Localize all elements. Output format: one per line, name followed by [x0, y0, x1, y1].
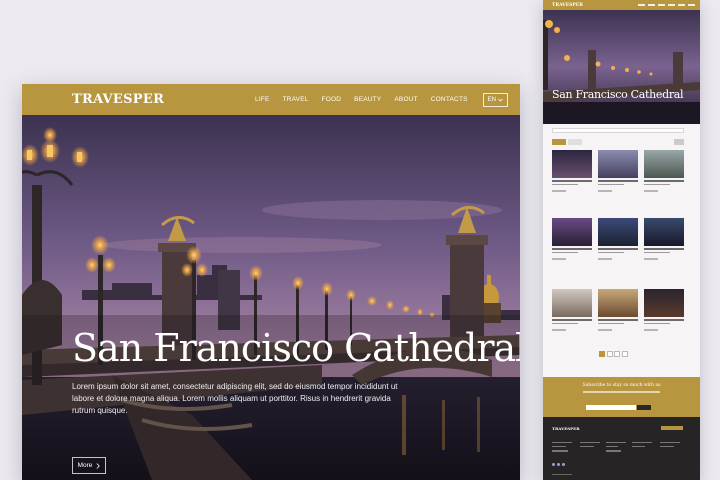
language-selector[interactable]: EN [482, 92, 508, 107]
preview-subscribe-section: Subscribe to stay so much with us [543, 377, 700, 417]
hero-description: Lorem ipsum dolor sit amet, consectetur … [72, 382, 398, 415]
preview-social-icons [552, 463, 565, 466]
preview-card [644, 289, 684, 331]
preview-email-field [586, 405, 636, 410]
preview-pagination [599, 351, 628, 357]
nav-item-food[interactable]: FOOD [322, 96, 342, 103]
preview-card [552, 218, 592, 260]
preview-hero-title: San Francisco Cathedral [552, 88, 684, 101]
nav-item-beauty[interactable]: BEAUTY [354, 96, 381, 103]
preview-subscribe-title: Subscribe to stay so much with us [582, 383, 661, 388]
preview-search-bar [552, 128, 684, 133]
language-label: EN [487, 96, 496, 103]
more-button[interactable]: More [72, 457, 106, 474]
nav-item-contacts[interactable]: CONTACTS [431, 96, 468, 103]
preview-filters [552, 139, 684, 145]
preview-nav [638, 4, 695, 6]
hero-photo-bridge-at-dusk [22, 115, 520, 480]
hero-title: San Francisco Cathedral [72, 326, 520, 370]
site-logo[interactable]: TRAVESPER [72, 92, 164, 107]
preview-header: TRAVESPER [543, 0, 700, 10]
preview-footer: TRAVESPER [543, 417, 700, 480]
preview-card [644, 150, 684, 192]
nav-item-travel[interactable]: TRAVEL [283, 96, 309, 103]
nav-item-about[interactable]: ABOUT [394, 96, 417, 103]
more-button-label: More [77, 462, 93, 469]
chevron-right-icon [96, 462, 101, 469]
preview-card [552, 289, 592, 331]
chevron-down-icon [498, 98, 503, 102]
preview-logo: TRAVESPER [552, 2, 583, 8]
preview-card [598, 218, 638, 260]
hero-section: San Francisco Cathedral Lorem ipsum dolo… [22, 115, 520, 480]
preview-subscribe-button [637, 405, 651, 410]
site-header: TRAVESPER LIFE TRAVEL FOOD BEAUTY ABOUT … [22, 84, 520, 115]
preview-hero: San Francisco Cathedral [543, 10, 700, 124]
preview-card [552, 150, 592, 192]
preview-card [598, 289, 638, 331]
preview-hero-photo [543, 10, 700, 124]
nav-item-life[interactable]: LIFE [255, 96, 270, 103]
full-page-preview: TRAVESPER San Francisco Cathedral Subscr… [543, 0, 700, 480]
preview-card [644, 218, 684, 260]
main-nav: LIFE TRAVEL FOOD BEAUTY ABOUT CONTACTS E… [242, 92, 508, 107]
preview-footer-logo: TRAVESPER [552, 426, 580, 431]
main-page-preview: TRAVESPER LIFE TRAVEL FOOD BEAUTY ABOUT … [22, 84, 520, 480]
preview-card [598, 150, 638, 192]
